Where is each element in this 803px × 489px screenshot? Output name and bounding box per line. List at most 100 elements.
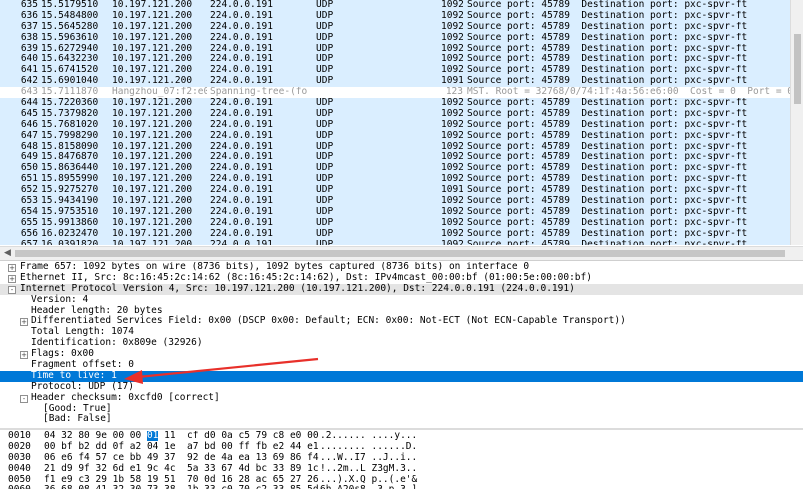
packet-time: 15.7111870: [41, 87, 99, 98]
packet-row[interactable]: 653 15.9434190 10.197.121.200 224.0.0.191 UD…: [0, 196, 790, 207]
scrollbar-thumb[interactable]: [794, 34, 801, 104]
ascii-pre: .2......: [320, 431, 366, 441]
scroll-left-arrow-icon[interactable]: ◀: [4, 248, 11, 258]
packet-row[interactable]: 648 15.8158090 10.197.121.200 224.0.0.191 UD…: [0, 141, 790, 153]
packet-time: 15.9753510: [41, 206, 99, 217]
packet-number: 643: [20, 87, 38, 98]
packet-protocol: UDP: [316, 10, 334, 21]
packet-length: 1092: [441, 163, 463, 174]
packet-source: 10.197.121.200: [112, 43, 193, 54]
scrollbar-thumb[interactable]: [15, 250, 785, 257]
packet-row[interactable]: 649 15.8476870 10.197.121.200 224.0.0.191 UD…: [0, 152, 790, 164]
packet-time: 15.8158090: [41, 141, 99, 152]
packet-destination: 224.0.0.191: [210, 98, 273, 109]
tree-item[interactable]: Version: 4: [0, 294, 803, 306]
tree-item-label: Header checksum: 0xcfd0 [correct]: [31, 391, 220, 403]
packet-protocol: UDP: [316, 217, 334, 228]
collapse-icon[interactable]: -: [20, 394, 28, 403]
packet-number: 649: [20, 152, 38, 163]
packet-row[interactable]: 647 15.7998290 10.197.121.200 224.0.0.191 UD…: [0, 130, 790, 142]
packet-destination: 224.0.0.191: [210, 65, 273, 76]
packet-bytes-pane[interactable]: 0010 04 32 80 9e 00 00 01 11 cf d0 0a c5 …: [0, 431, 803, 489]
packet-destination: 224.0.0.191: [210, 32, 273, 43]
packet-row[interactable]: 635 15.5179510 10.197.121.200 224.0.0.191 UD…: [0, 0, 790, 11]
packet-source: 10.197.121.200: [112, 0, 193, 10]
packet-row[interactable]: 636 15.5484800 10.197.121.200 224.0.0.191 UD…: [0, 10, 790, 22]
packet-info: Source port: 45789 Destination port: pxc…: [467, 141, 748, 152]
packet-list-vertical-scrollbar[interactable]: [790, 0, 803, 245]
expand-icon[interactable]: +: [20, 318, 28, 327]
packet-source: 10.197.121.200: [112, 217, 193, 228]
packet-time: 15.7379820: [41, 108, 99, 119]
collapse-icon[interactable]: -: [8, 285, 16, 294]
expand-icon[interactable]: +: [20, 351, 28, 360]
ascii-pre: ...).X.Q p..(.e'&: [320, 473, 418, 485]
packet-length: 1092: [441, 21, 463, 32]
packet-row[interactable]: 654 15.9753510 10.197.121.200 224.0.0.191 UD…: [0, 206, 790, 218]
packet-length: 1092: [441, 130, 463, 141]
packet-row[interactable]: 65716.039182010.197.121.200224.0.0.191 UD…: [0, 239, 790, 245]
hex-bytes[interactable]: 36 68 08 41 32 30 73 38 1b 33 c0 70 c2 3…: [44, 485, 319, 489]
expand-icon[interactable]: +: [8, 264, 16, 272]
packet-destination: 224.0.0.191: [210, 228, 273, 239]
packet-row[interactable]: 638 15.5963610 10.197.121.200 224.0.0.191 UD…: [0, 32, 790, 44]
packet-protocol: UDP: [316, 108, 334, 119]
packet-row[interactable]: 656 16.0232470 10.197.121.200 224.0.0.191 UD…: [0, 228, 790, 240]
packet-destination: 224.0.0.191: [210, 141, 273, 152]
packet-info: Source port: 45789 Destination port: pxc…: [467, 43, 748, 54]
hex-row[interactable]: 0060 36 68 08 41 32 30 73 38 1b 33 c0 70 …: [0, 485, 803, 489]
packet-row[interactable]: 637 15.5645280 10.197.121.200 224.0.0.191 UD…: [0, 21, 790, 33]
packet-row[interactable]: 652 15.9275270 10.197.121.200 224.0.0.191 UD…: [0, 185, 790, 197]
packet-number: 644: [20, 98, 38, 109]
packet-row[interactable]: 655 15.9913860 10.197.121.200 224.0.0.191 UD…: [0, 217, 790, 229]
tree-item[interactable]: [Good: True]: [0, 403, 803, 415]
packet-list[interactable]: 635 15.5179510 10.197.121.200 224.0.0.191 UD…: [0, 0, 790, 245]
packet-number: 638: [20, 32, 38, 43]
tree-item[interactable]: Fragment offset: 0: [0, 359, 803, 371]
packet-source: 10.197.121.200: [112, 32, 193, 43]
packet-number: 650: [20, 163, 38, 174]
packet-destination: 224.0.0.191: [210, 0, 273, 10]
packet-info: Source port: 45789 Destination port: pxc…: [467, 228, 748, 239]
packet-list-horizontal-scrollbar[interactable]: ◀: [0, 246, 803, 261]
hex-bytes-pre: 36 68 08 41 32 30 73 38 1b 33 c0 70 c2 3…: [44, 484, 319, 489]
packet-destination: 224.0.0.191: [210, 163, 273, 174]
packet-source: 10.197.121.200: [112, 196, 193, 207]
packet-source: 10.197.121.200: [112, 98, 193, 109]
packet-length: 1091: [441, 185, 463, 196]
packet-row[interactable]: 641 15.6741520 10.197.121.200 224.0.0.191 UD…: [0, 65, 790, 77]
packet-protocol: UDP: [316, 141, 334, 152]
packet-row[interactable]: 645 15.7379820 10.197.121.200 224.0.0.191 UD…: [0, 108, 790, 120]
packet-row[interactable]: 639 15.6272940 10.197.121.200 224.0.0.191 UD…: [0, 43, 790, 55]
tree-item[interactable]: - Header checksum: 0xcfd0 [correct]: [0, 391, 803, 404]
packet-row[interactable]: 642 15.6901040 10.197.121.200 224.0.0.191 UD…: [0, 76, 790, 88]
packet-time: 15.7681020: [41, 119, 99, 130]
packet-info: Source port: 45789 Destination port: pxc…: [467, 185, 748, 196]
packet-details-tree[interactable]: + Frame 657: 1092 bytes on wire (8736 bit…: [0, 262, 803, 427]
ascii-pre: 6h.A20s8 .3.p.3.]: [320, 484, 417, 489]
packet-destination: 224.0.0.191: [210, 108, 273, 119]
tree-item[interactable]: [Bad: False]: [0, 414, 803, 425]
tree-item[interactable]: - Internet Protocol Version 4, Src: 10.19…: [0, 283, 803, 295]
packet-number: 646: [20, 119, 38, 130]
packet-destination: 224.0.0.191: [210, 185, 273, 196]
packet-destination: 224.0.0.191: [210, 174, 273, 185]
packet-row[interactable]: 650 15.8636440 10.197.121.200 224.0.0.191 UD…: [0, 163, 790, 175]
pane-splitter[interactable]: [0, 428, 803, 430]
expand-icon[interactable]: +: [8, 274, 16, 283]
packet-row[interactable]: 646 15.7681020 10.197.121.200 224.0.0.191 UD…: [0, 119, 790, 131]
hex-bytes-pre: 06 e6 f4 57 ce bb 49 37 92 de 4a ea 13 6…: [44, 451, 319, 463]
packet-row[interactable]: 644 15.7220360 10.197.121.200 224.0.0.191 UD…: [0, 98, 790, 109]
ascii-bytes[interactable]: 6h.A20s8 .3.p.3.]: [320, 485, 417, 489]
packet-number: 645: [20, 108, 38, 119]
packet-row[interactable]: 651 15.8955990 10.197.121.200 224.0.0.191 UD…: [0, 174, 790, 186]
packet-time: 15.6272940: [41, 43, 99, 54]
packet-row[interactable]: 640 15.6432230 10.197.121.200 224.0.0.191 UD…: [0, 54, 790, 66]
packet-protocol: UDP: [316, 185, 334, 196]
packet-length: 1092: [441, 54, 463, 65]
tree-item[interactable]: Identification: 0x809e (32926): [0, 337, 803, 349]
packet-row[interactable]: 643 15.7111870 Hangzhou_07:f2:e0 Spanning-t…: [0, 87, 790, 99]
packet-source: 10.197.121.200: [112, 108, 193, 119]
packet-length: 1091: [441, 76, 463, 87]
packet-destination: 224.0.0.191: [210, 76, 273, 87]
